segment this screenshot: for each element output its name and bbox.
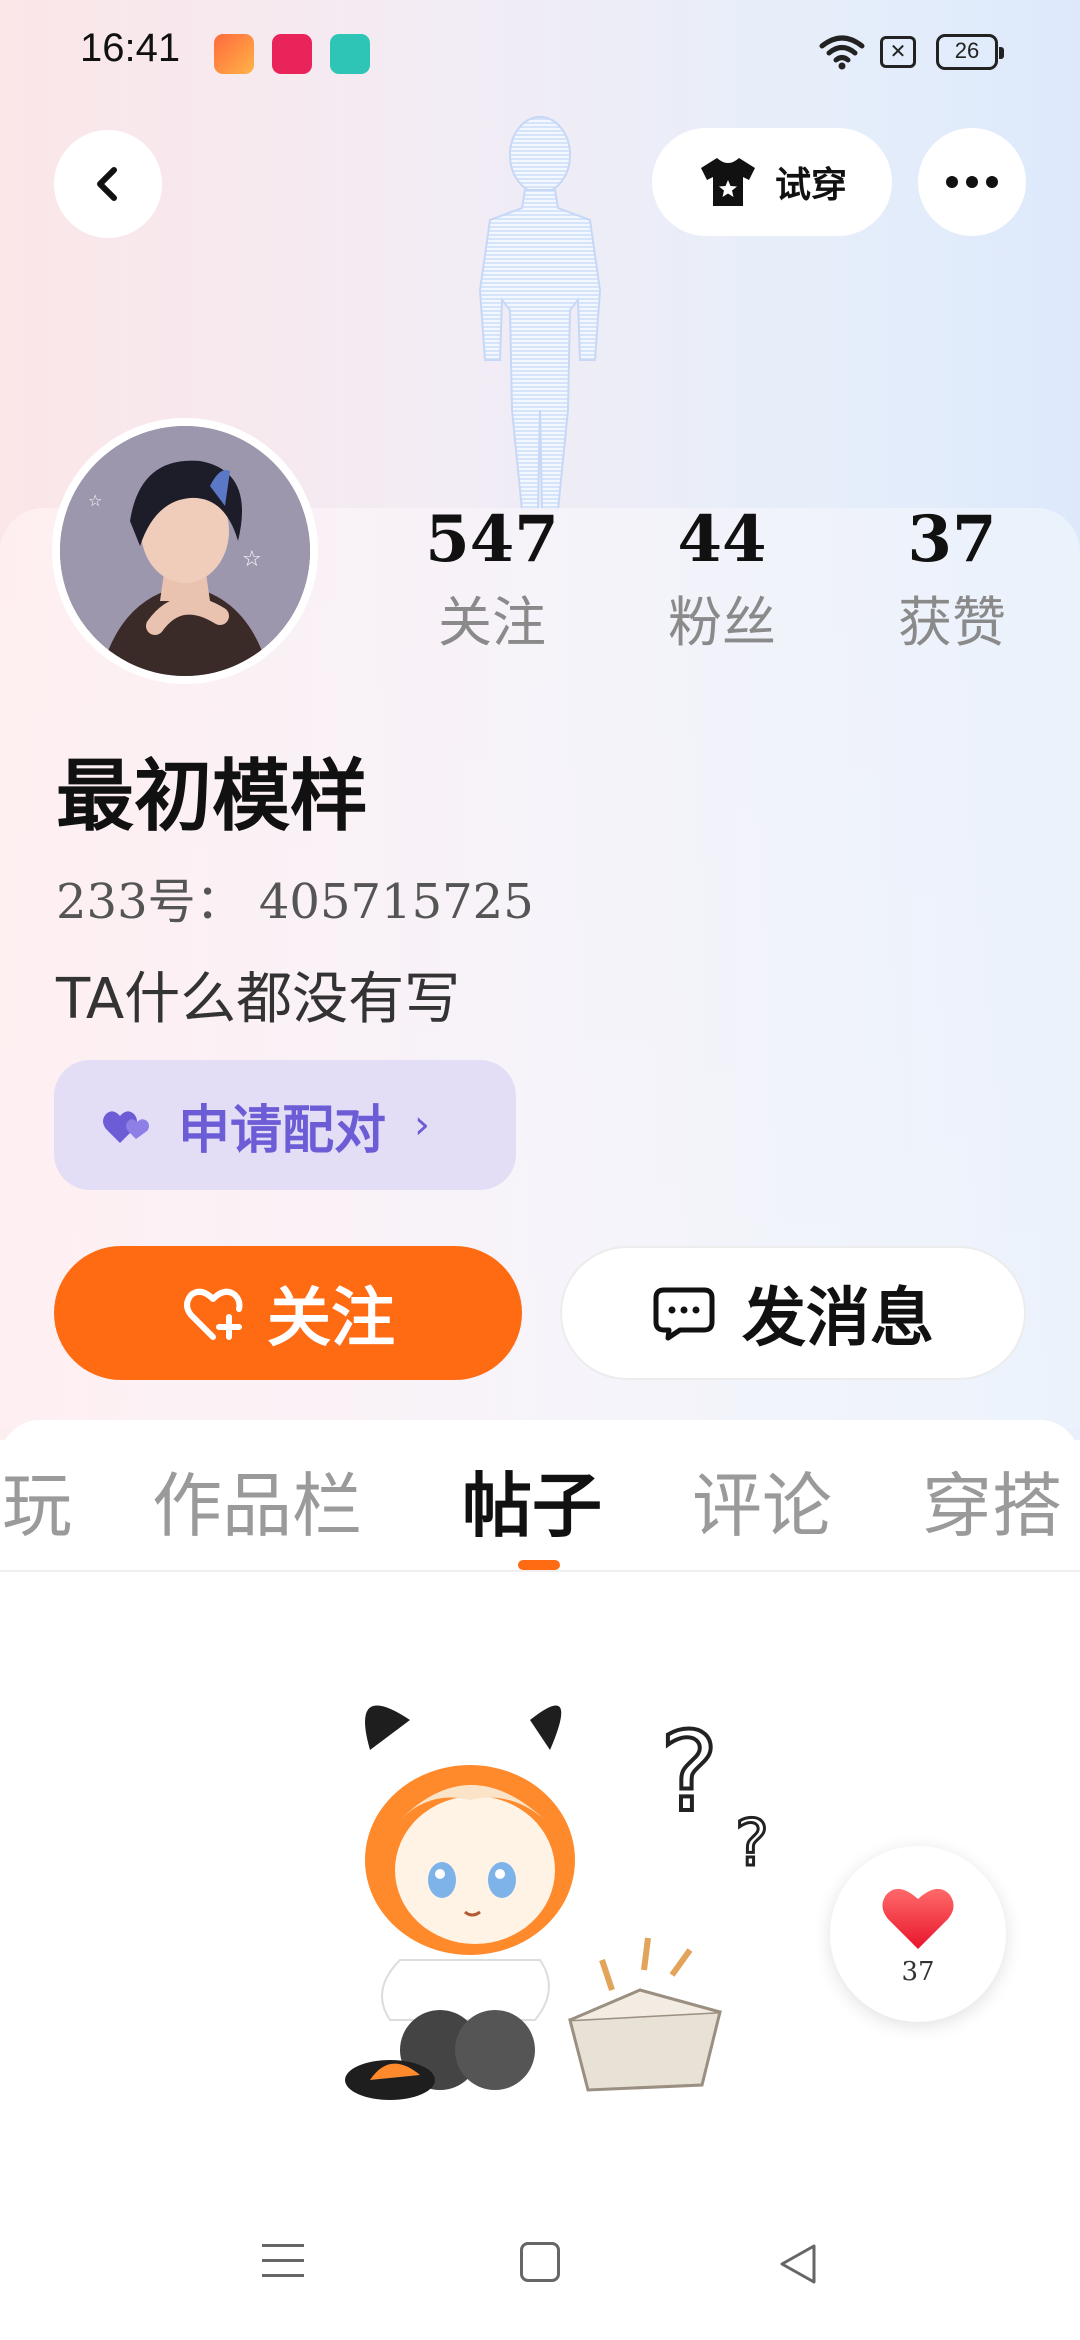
- double-heart-icon: [103, 1111, 149, 1143]
- empty-state-illustration: ? ?: [345, 1705, 770, 2100]
- tab-works[interactable]: 作品栏: [152, 1450, 362, 1551]
- more-dots-icon-dot: [966, 176, 978, 188]
- tab-play[interactable]: 玩: [2, 1450, 72, 1551]
- tabs-divider: [0, 1570, 1080, 1572]
- back-button[interactable]: [54, 130, 162, 238]
- recent-apps-button[interactable]: [262, 2244, 304, 2286]
- profile-bio: TA什么都没有写: [56, 967, 461, 1032]
- like-button[interactable]: 37: [830, 1846, 1006, 2022]
- tab-outfits[interactable]: 穿搭: [922, 1450, 1062, 1551]
- stat-following-count: 547: [425, 502, 559, 577]
- stat-likes[interactable]: 37 获赞: [872, 500, 1032, 658]
- profile-id-value: 405715725: [258, 874, 534, 930]
- stat-followers[interactable]: 44 粉丝: [642, 500, 802, 658]
- profile-id[interactable]: 233号： 405715725: [56, 862, 534, 932]
- chevron-right-icon: ›: [414, 1102, 431, 1148]
- menu-line: [262, 2244, 304, 2247]
- battery-indicator: 26: [936, 34, 1004, 70]
- more-dots-icon-dot: [986, 176, 998, 188]
- request-pair-label: 申请配对: [178, 1100, 387, 1161]
- heart-plus-icon: [184, 1288, 243, 1340]
- follow-button[interactable]: 关注: [54, 1246, 522, 1380]
- heart-icon: [882, 1888, 954, 1949]
- stat-following-label: 关注: [438, 591, 546, 654]
- more-dots-icon: [946, 176, 958, 188]
- send-message-label: 发消息: [742, 1282, 934, 1356]
- svg-text:☆: ☆: [242, 547, 262, 572]
- request-pair-button[interactable]: 申请配对 ›: [54, 1060, 516, 1190]
- no-sim-icon: ✕: [880, 36, 916, 68]
- notification-app-icon: [330, 34, 370, 74]
- home-button[interactable]: [520, 2242, 560, 2282]
- status-bar: 16:41 ✕ 26: [0, 0, 1080, 110]
- svg-text:?: ?: [735, 1807, 769, 1881]
- profile-tabs: 玩 作品栏 帖子 评论 穿搭: [0, 1422, 1080, 1572]
- profile-id-label: 233号：: [56, 874, 244, 930]
- avatar-image: ☆ ☆: [60, 426, 310, 676]
- system-nav-bar: [0, 2200, 1080, 2340]
- follow-label: 关注: [267, 1282, 395, 1356]
- like-count: 37: [901, 1957, 935, 1987]
- avatar[interactable]: ☆ ☆: [52, 418, 318, 684]
- stat-following[interactable]: 547 关注: [412, 500, 572, 658]
- tab-comments[interactable]: 评论: [692, 1450, 832, 1551]
- stat-followers-count: 44: [677, 502, 767, 577]
- profile-nickname: 最初模样: [56, 752, 369, 842]
- svg-text:?: ?: [660, 1708, 718, 1836]
- try-on-button[interactable]: 试穿: [652, 128, 892, 236]
- avatar-3d-figure[interactable]: [430, 110, 650, 510]
- tab-posts[interactable]: 帖子: [462, 1450, 602, 1551]
- tshirt-icon: [700, 158, 755, 206]
- notification-app-icon: [214, 34, 254, 74]
- more-options-button[interactable]: [918, 128, 1026, 236]
- menu-line: [262, 2259, 304, 2262]
- status-time: 16:41: [80, 26, 181, 70]
- svg-text:☆: ☆: [88, 491, 102, 510]
- send-message-button[interactable]: 发消息: [560, 1246, 1026, 1380]
- active-tab-indicator: [518, 1560, 560, 1570]
- notification-app-icon: [272, 34, 312, 74]
- stat-likes-label: 获赞: [898, 591, 1006, 654]
- stat-followers-label: 粉丝: [668, 591, 776, 654]
- chevron-left-icon: [97, 167, 117, 201]
- try-on-label: 试穿: [774, 165, 847, 206]
- avatar-illustration: ☆ ☆: [60, 426, 310, 676]
- menu-line: [262, 2274, 304, 2277]
- stat-likes-count: 37: [907, 502, 997, 577]
- wifi-icon: [819, 35, 865, 70]
- chat-bubble-icon: [653, 1287, 715, 1341]
- back-triangle-icon[interactable]: [776, 2242, 820, 2286]
